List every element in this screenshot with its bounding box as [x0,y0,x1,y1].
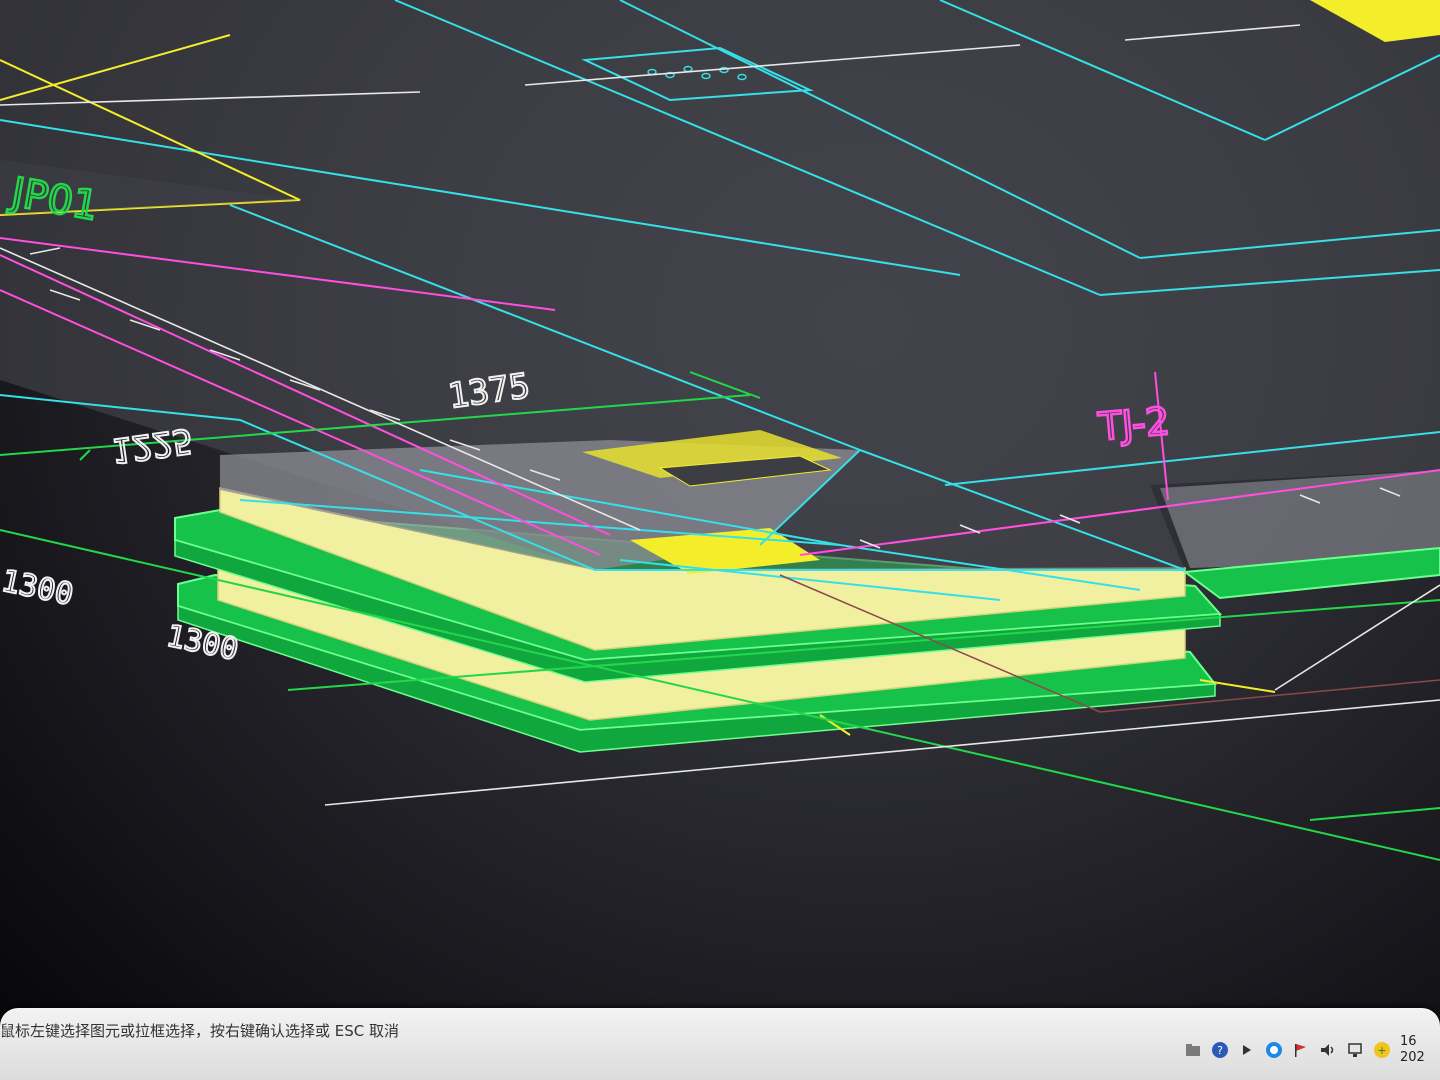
cad-drawing-canvas[interactable]: 1225 1375 1300 1300 JP01 TJ-2 [0,0,1440,1010]
system-tray: ? + 16 202 [1184,1034,1426,1066]
svg-text:?: ? [1217,1044,1223,1057]
clock[interactable]: 16 202 [1400,1034,1426,1066]
monitor-screen: 1225 1375 1300 1300 JP01 TJ-2 鼠标左键选择图元或拉… [0,0,1440,1080]
folder-icon[interactable] [1184,1041,1202,1059]
clock-date: 202 [1400,1050,1425,1065]
browser-icon[interactable] [1265,1041,1283,1059]
svg-text:+: + [1377,1044,1386,1057]
command-prompt-text: 鼠标左键选择图元或拉框选择，按右键确认选择或 ESC 取消 [0,1022,400,1040]
dimension-1225[interactable]: 1225 [108,419,197,472]
column-tag-tj2[interactable]: TJ-2 [1095,398,1173,451]
shield-icon[interactable]: + [1373,1041,1391,1059]
flag-icon[interactable] [1292,1041,1310,1059]
cad-3d-viewport[interactable]: 1225 1375 1300 1300 JP01 TJ-2 [0,0,1440,1010]
status-bar: 鼠标左键选择图元或拉框选择，按右键确认选择或 ESC 取消 ? + 16 202 [0,1008,1440,1080]
arrow-icon[interactable] [1238,1041,1256,1059]
help-icon[interactable]: ? [1211,1041,1229,1059]
network-icon[interactable] [1346,1041,1364,1059]
volume-icon[interactable] [1319,1041,1337,1059]
dimension-1300-upper[interactable]: 1300 [0,563,77,614]
clock-time: 16 [1400,1034,1417,1049]
